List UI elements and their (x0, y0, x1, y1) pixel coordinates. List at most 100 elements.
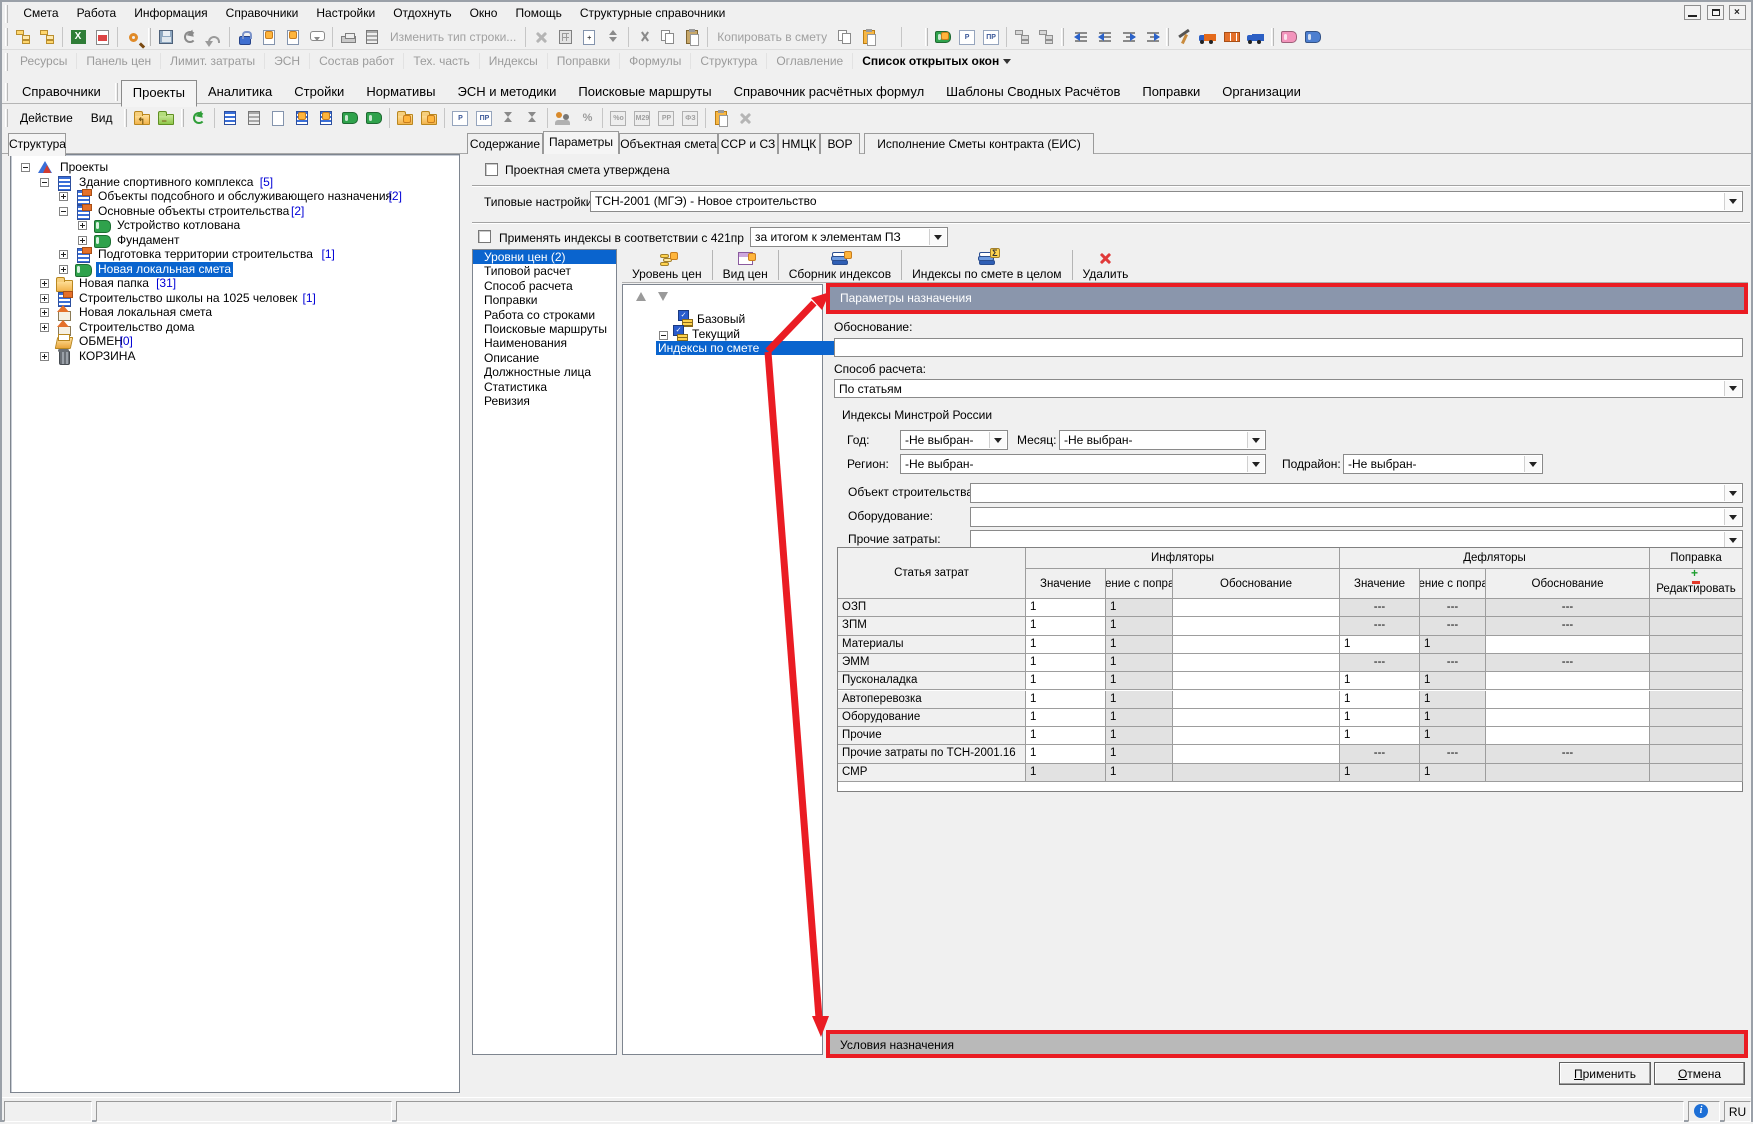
indent-left2-icon[interactable] (1091, 26, 1115, 48)
equipment-select[interactable] (970, 507, 1743, 527)
settings-item-4[interactable]: Поправки (473, 293, 616, 307)
main-tab-2[interactable]: Проекты (121, 80, 197, 107)
tree-edit-icon[interactable] (1010, 26, 1034, 48)
tree-item-label[interactable]: Здание спортивного комплекса (77, 175, 255, 190)
x-gray-icon[interactable] (733, 107, 757, 129)
expand-icon[interactable] (59, 250, 68, 259)
settings-item-10[interactable]: Статистика (473, 380, 616, 394)
book-gray2-icon[interactable] (362, 107, 386, 129)
building-gray2-icon[interactable] (242, 107, 266, 129)
expand-icon[interactable] (78, 221, 87, 230)
tree-item-label[interactable]: Основные объекты строительства (96, 204, 291, 219)
right-tab-4[interactable]: ССР и СЗ (718, 133, 778, 154)
levels-btn-4[interactable]: ΣИндексы по смете в целом (902, 249, 1071, 281)
settings-item-8[interactable]: Описание (473, 351, 616, 365)
dropdown-arrow-icon[interactable] (929, 229, 946, 245)
refresh-green-icon[interactable] (187, 107, 211, 129)
collapse-icon[interactable] (40, 178, 49, 187)
dropdown-arrow-icon[interactable] (1724, 485, 1741, 501)
menu-8[interactable]: Помощь (506, 4, 570, 22)
indent-right-icon[interactable] (1115, 26, 1139, 48)
doc-p2-icon[interactable]: P (448, 107, 472, 129)
edit-label[interactable]: Редактировать (1656, 584, 1735, 595)
settings-item-3[interactable]: Способ расчета (473, 279, 616, 293)
folder-up-icon[interactable]: ↰ (130, 107, 154, 129)
minimize-button[interactable] (1684, 5, 1701, 20)
comment-icon[interactable] (305, 26, 329, 48)
truck-orange-icon[interactable] (1196, 26, 1220, 48)
menu-3[interactable]: Информация (125, 4, 216, 22)
panel-btn-8[interactable]: Поправки (548, 53, 620, 69)
menu-2[interactable]: Работа (68, 4, 126, 22)
settings-item-7[interactable]: Наименования (473, 336, 616, 350)
people-icon[interactable] (551, 107, 575, 129)
settings-item-1[interactable]: Уровни цен (2) (473, 250, 616, 264)
info-icon[interactable]: i (1694, 1104, 1708, 1118)
object-icon[interactable] (290, 107, 314, 129)
main-tab-1[interactable]: Справочники (11, 79, 112, 105)
dropdown-arrow-icon[interactable] (1247, 456, 1264, 472)
right-tab-6[interactable]: ВОР (820, 133, 860, 154)
tree-item-label[interactable]: Новая локальная смета (77, 305, 214, 320)
tree-item-label[interactable]: Строительство дома (77, 320, 196, 335)
pp-icon[interactable]: РР (654, 107, 678, 129)
approved-checkbox[interactable] (485, 163, 498, 176)
search-icon[interactable] (121, 26, 145, 48)
collapse-icon[interactable] (59, 207, 68, 216)
paste-orange-icon[interactable] (857, 26, 881, 48)
pdf-export-icon[interactable] (90, 26, 114, 48)
cut-icon[interactable] (632, 26, 656, 48)
percent-icon[interactable]: % (575, 107, 599, 129)
open-windows-button[interactable]: Список открытых окон (853, 53, 1020, 69)
doc-gray-icon[interactable] (266, 107, 290, 129)
menu-9[interactable]: Структурные справочники (571, 4, 735, 22)
doc-pr-icon[interactable]: ПР (979, 26, 1003, 48)
panel-btn-5[interactable]: Состав работ (310, 53, 404, 69)
expand-icon[interactable] (40, 352, 49, 361)
tree-item-label[interactable]: Фундамент (115, 233, 181, 248)
f3-icon[interactable]: ФЗ (678, 107, 702, 129)
tree-item-label[interactable]: Устройство котлована (115, 218, 242, 233)
main-tab-6[interactable]: ЭСН и методики (447, 79, 568, 105)
edit-row-icon[interactable]: ≡ (257, 26, 281, 48)
copy-gray-icon[interactable] (833, 26, 857, 48)
main-tab-11[interactable]: Организации (1211, 79, 1312, 105)
up-icon[interactable] (496, 107, 520, 129)
month-select[interactable]: -Не выбран- (1059, 430, 1266, 450)
main-tab-5[interactable]: Нормативы (355, 79, 446, 105)
tree-structure-icon[interactable] (11, 26, 35, 48)
tree-item-label[interactable]: Новая папка (77, 276, 151, 291)
expand-icon[interactable] (40, 279, 49, 288)
book-pink-icon[interactable] (1277, 26, 1301, 48)
book-green-icon[interactable] (931, 26, 955, 48)
bricks-icon[interactable] (1220, 26, 1244, 48)
move-down-button[interactable] (655, 290, 671, 306)
construction-object-select[interactable] (970, 483, 1743, 503)
expand-icon[interactable] (40, 323, 49, 332)
panel-btn-2[interactable]: Панель цен (77, 53, 161, 69)
paste-icon[interactable] (680, 26, 704, 48)
delete-row-icon[interactable] (529, 26, 553, 48)
main-tab-3[interactable]: Аналитика (197, 79, 283, 105)
edit-row2-icon[interactable]: ≡ (281, 26, 305, 48)
level-item-1[interactable]: Базовый (678, 311, 745, 326)
level-item-label[interactable]: Текущий (692, 327, 740, 341)
tree-item-label[interactable]: Новая локальная смета (96, 262, 233, 277)
apply-button[interactable]: Применить (1559, 1062, 1651, 1085)
view-menu[interactable]: Вид (82, 107, 122, 129)
level-item-label[interactable]: Базовый (697, 312, 745, 326)
apply-indexes-mode-select[interactable]: за итогом к элементам ПЗ (750, 227, 948, 247)
book-blue-icon[interactable] (1301, 26, 1325, 48)
indent-left-icon[interactable] (1067, 26, 1091, 48)
tree-item-label[interactable]: КОРЗИНА (77, 349, 137, 364)
collapse-icon[interactable] (21, 163, 30, 172)
panel-btn-1[interactable]: Ресурсы (11, 53, 77, 69)
levels-btn-1[interactable]: Уровень цен (622, 249, 712, 281)
doc-add-icon[interactable]: + (577, 26, 601, 48)
typical-settings-field[interactable]: ТСН-2001 (МГЭ) - Новое строительство (590, 191, 1743, 212)
settings-item-2[interactable]: Типовой расчет (473, 264, 616, 278)
dropdown-arrow-icon[interactable] (1724, 509, 1741, 525)
region-select[interactable]: -Не выбран- (900, 454, 1266, 474)
level-item-2[interactable]: Текущий (659, 326, 740, 341)
lock-icon[interactable] (233, 26, 257, 48)
